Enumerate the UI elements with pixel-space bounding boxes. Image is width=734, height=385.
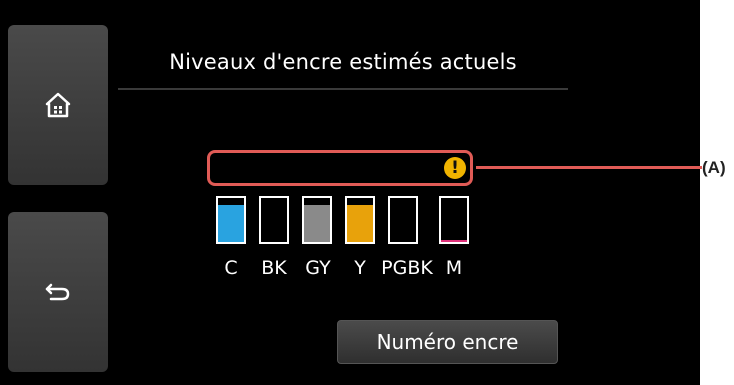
back-button[interactable] [8,212,108,372]
ink-tank-bk [259,196,289,244]
ink-number-button[interactable]: Numéro encre [337,320,558,364]
ink-label-gy: GY [305,257,331,279]
ink-tank-pgbk [388,196,418,244]
ink-tank-gy [302,196,332,244]
ink-tank-m [439,196,469,244]
ink-tank-y [345,196,375,244]
warning-exclamation-icon: ! [444,157,466,179]
title-divider [118,88,568,90]
ink-label-pgbk: PGBK [381,257,433,279]
ink-label-bk: BK [261,257,287,279]
ink-level-fill [347,204,373,242]
printer-lcd-screen: Niveaux d'encre estimés actuels ! C BK G… [0,0,700,385]
home-icon [45,92,71,118]
ink-tank-c [216,196,246,244]
page-title: Niveaux d'encre estimés actuels [169,50,517,74]
ink-level-fill [304,204,330,242]
ink-label-y: Y [354,257,366,279]
callout-label-a: (A) [702,158,726,177]
home-button[interactable] [8,25,108,185]
ink-level-fill [218,204,244,242]
ink-warning-area: ! [207,150,473,186]
ink-level-fill [441,239,467,242]
ink-label-c: C [224,257,238,279]
callout-line [476,166,702,169]
ink-label-m: M [445,257,463,279]
back-arrow-icon [45,283,70,301]
